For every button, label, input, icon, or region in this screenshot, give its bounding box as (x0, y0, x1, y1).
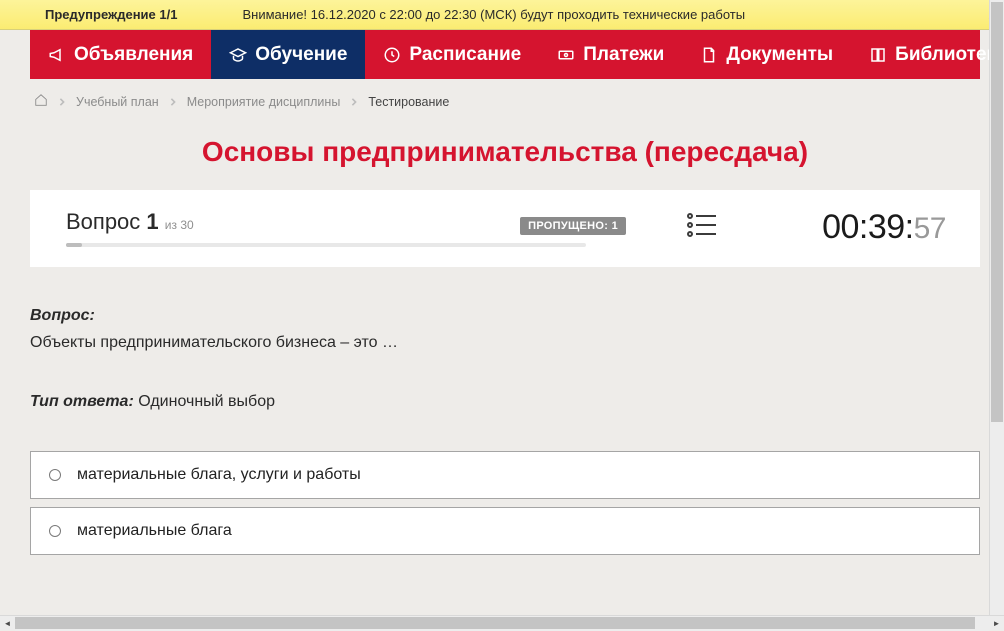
nav-announcements[interactable]: Объявления (30, 30, 211, 79)
chevron-right-icon (58, 95, 66, 109)
skipped-badge: ПРОПУЩЕНО: 1 (520, 217, 626, 235)
megaphone-icon (48, 46, 66, 64)
nav-label: Обучение (255, 44, 347, 66)
horizontal-scrollbar[interactable]: ◄ ► (0, 615, 1004, 630)
breadcrumb: Учебный план Мероприятие дисциплины Тест… (0, 79, 1004, 118)
page-title: Основы предпринимательства (пересдача) (0, 136, 1004, 168)
answers-list: материальные блага, услуги и работы мате… (30, 451, 980, 555)
clock-icon (383, 46, 401, 64)
answer-option[interactable]: материальные блага (30, 507, 980, 555)
timer: 00:39:57 (822, 208, 956, 247)
file-icon (700, 46, 718, 64)
question-text: Объекты предпринимательского бизнеса – э… (30, 331, 980, 355)
nav-label: Объявления (74, 44, 193, 66)
breadcrumb-link[interactable]: Мероприятие дисциплины (187, 95, 341, 109)
nav-education[interactable]: Обучение (211, 30, 365, 79)
nav-documents[interactable]: Документы (682, 30, 851, 79)
progress-bar (66, 243, 586, 247)
warning-title: Предупреждение 1/1 (45, 7, 177, 22)
answer-type: Тип ответа: Одиночный выбор (30, 393, 980, 411)
main-nav: Объявления Обучение Расписание Платежи (30, 30, 980, 79)
answer-label: материальные блага, услуги и работы (77, 466, 361, 484)
breadcrumb-link[interactable]: Учебный план (76, 95, 159, 109)
warning-bar: Предупреждение 1/1 Внимание! 16.12.2020 … (0, 0, 1004, 30)
question-body: Вопрос: Объекты предпринимательского биз… (30, 307, 980, 411)
nav-label: Расписание (409, 44, 521, 66)
nav-label: Платежи (583, 44, 664, 66)
book-icon (869, 46, 887, 64)
nav-label: Документы (726, 44, 833, 66)
nav-library[interactable]: Библиотека (851, 30, 1004, 79)
question-number-label: Вопрос 1 из 30 (66, 209, 194, 235)
nav-payments[interactable]: Платежи (539, 30, 682, 79)
chevron-right-icon (169, 95, 177, 109)
scrollbar-thumb[interactable] (991, 2, 1003, 422)
answer-label: материальные блага (77, 522, 232, 540)
radio-icon[interactable] (49, 469, 61, 481)
scroll-right-arrow[interactable]: ► (989, 616, 1004, 631)
scroll-left-arrow[interactable]: ◄ (0, 616, 15, 631)
breadcrumb-current: Тестирование (368, 95, 449, 109)
cash-icon (557, 46, 575, 64)
answer-option[interactable]: материальные блага, услуги и работы (30, 451, 980, 499)
radio-icon[interactable] (49, 525, 61, 537)
vertical-scrollbar[interactable] (989, 0, 1004, 615)
question-header-card: Вопрос 1 из 30 ПРОПУЩЕНО: 1 (30, 190, 980, 267)
nav-schedule[interactable]: Расписание (365, 30, 539, 79)
warning-message: Внимание! 16.12.2020 с 22:00 до 22:30 (М… (242, 7, 984, 22)
nav-label: Библиотека (895, 44, 1004, 66)
question-list-button[interactable] (686, 210, 718, 245)
chevron-right-icon (350, 95, 358, 109)
scrollbar-thumb[interactable] (15, 617, 975, 629)
graduation-icon (229, 46, 247, 64)
home-icon[interactable] (34, 93, 48, 110)
question-heading: Вопрос: (30, 307, 980, 325)
